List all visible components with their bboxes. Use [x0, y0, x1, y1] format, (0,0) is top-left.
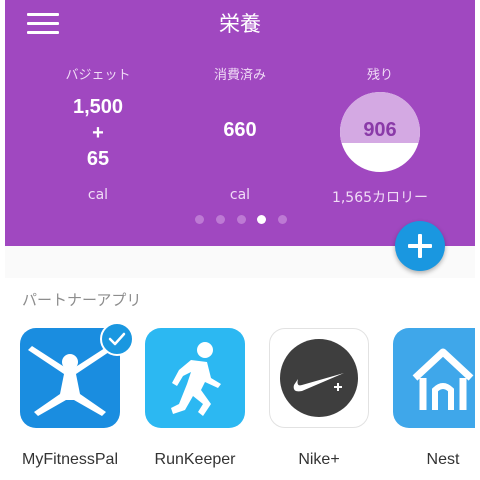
- budget-value: 1,500 + 65: [23, 94, 173, 172]
- remaining-unit: 1,565カロリー: [331, 190, 429, 206]
- page-title: 栄養: [219, 12, 261, 36]
- partner-name: Nest: [426, 451, 460, 468]
- budget-plus: +: [92, 122, 104, 144]
- partner-apps-section: パートナーアプリ MyFitnessPal RunKeeper Nike+ Ne…: [5, 278, 475, 480]
- partner-nest[interactable]: Nest: [393, 328, 475, 468]
- connected-check-icon: [100, 322, 134, 356]
- consumed-label: 消費済み: [213, 68, 266, 83]
- page-dot[interactable]: [237, 215, 246, 224]
- partner-runkeeper[interactable]: RunKeeper: [145, 328, 255, 468]
- budget-base: 1,500: [72, 96, 124, 118]
- budget-extra: 65: [86, 148, 110, 170]
- partner-name: MyFitnessPal: [21, 451, 119, 468]
- remaining-gauge: 906: [340, 92, 420, 172]
- partner-myfitnesspal[interactable]: MyFitnessPal: [20, 322, 134, 468]
- page-dot[interactable]: [278, 215, 287, 224]
- budget-label: バジェット: [65, 68, 131, 83]
- page-dot-active[interactable]: [257, 215, 266, 224]
- nike-plus-icon: [269, 328, 369, 428]
- partner-name: RunKeeper: [154, 451, 236, 468]
- page-dot[interactable]: [195, 215, 204, 224]
- remaining-value: 906: [363, 119, 397, 141]
- consumed-unit: cal: [229, 187, 251, 203]
- consumed-value: 660: [223, 119, 257, 141]
- runkeeper-icon: [145, 328, 245, 428]
- partner-name: Nike+: [298, 451, 340, 468]
- app-frame: 栄養 バジェット 1,500 + 65 cal 消費済み 660 cal 残り …: [5, 0, 475, 480]
- add-button[interactable]: [395, 221, 445, 271]
- partner-nike-plus[interactable]: Nike+: [269, 328, 379, 468]
- budget-unit: cal: [87, 187, 109, 203]
- section-title: パートナーアプリ: [22, 291, 142, 309]
- nutrition-header: 栄養 バジェット 1,500 + 65 cal 消費済み 660 cal 残り …: [5, 0, 475, 246]
- nest-icon: [393, 328, 475, 428]
- remaining-label: 残り: [366, 68, 393, 83]
- page-dot[interactable]: [216, 215, 225, 224]
